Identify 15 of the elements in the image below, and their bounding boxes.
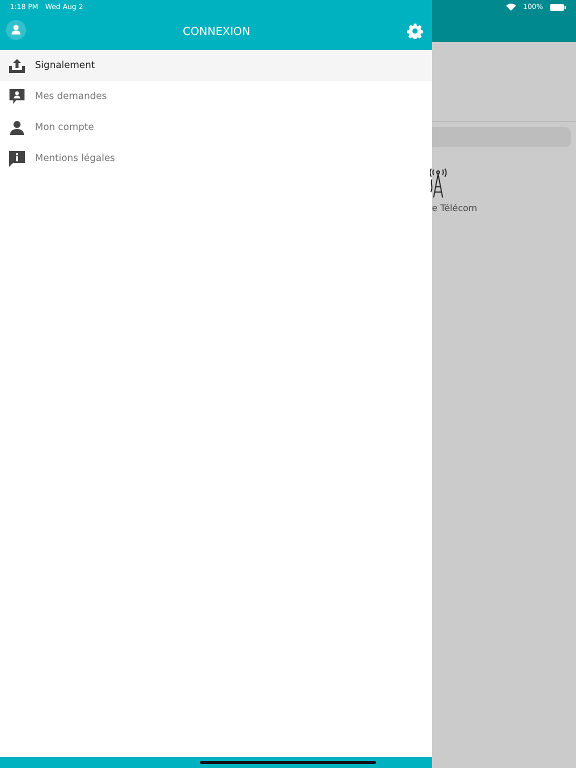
menu-item[interactable]: Signalement [0, 50, 432, 81]
person-icon [9, 120, 25, 134]
avatar-icon[interactable] [6, 20, 26, 40]
chat-person-icon [9, 89, 25, 104]
menu-item[interactable]: Mon compte [0, 112, 432, 143]
settings-icon[interactable] [407, 23, 423, 39]
upload-icon [9, 58, 25, 72]
drawer-title: CONNEXION [182, 25, 252, 38]
antenna-tower-icon [430, 168, 448, 200]
category-label: e Télécom [432, 204, 478, 214]
search-field[interactable] [432, 127, 571, 147]
menu-item[interactable]: Mes demandes [0, 81, 432, 112]
wifi-icon [506, 3, 516, 11]
info-icon [9, 150, 25, 166]
menu-item[interactable]: Mentions légales [0, 143, 432, 174]
